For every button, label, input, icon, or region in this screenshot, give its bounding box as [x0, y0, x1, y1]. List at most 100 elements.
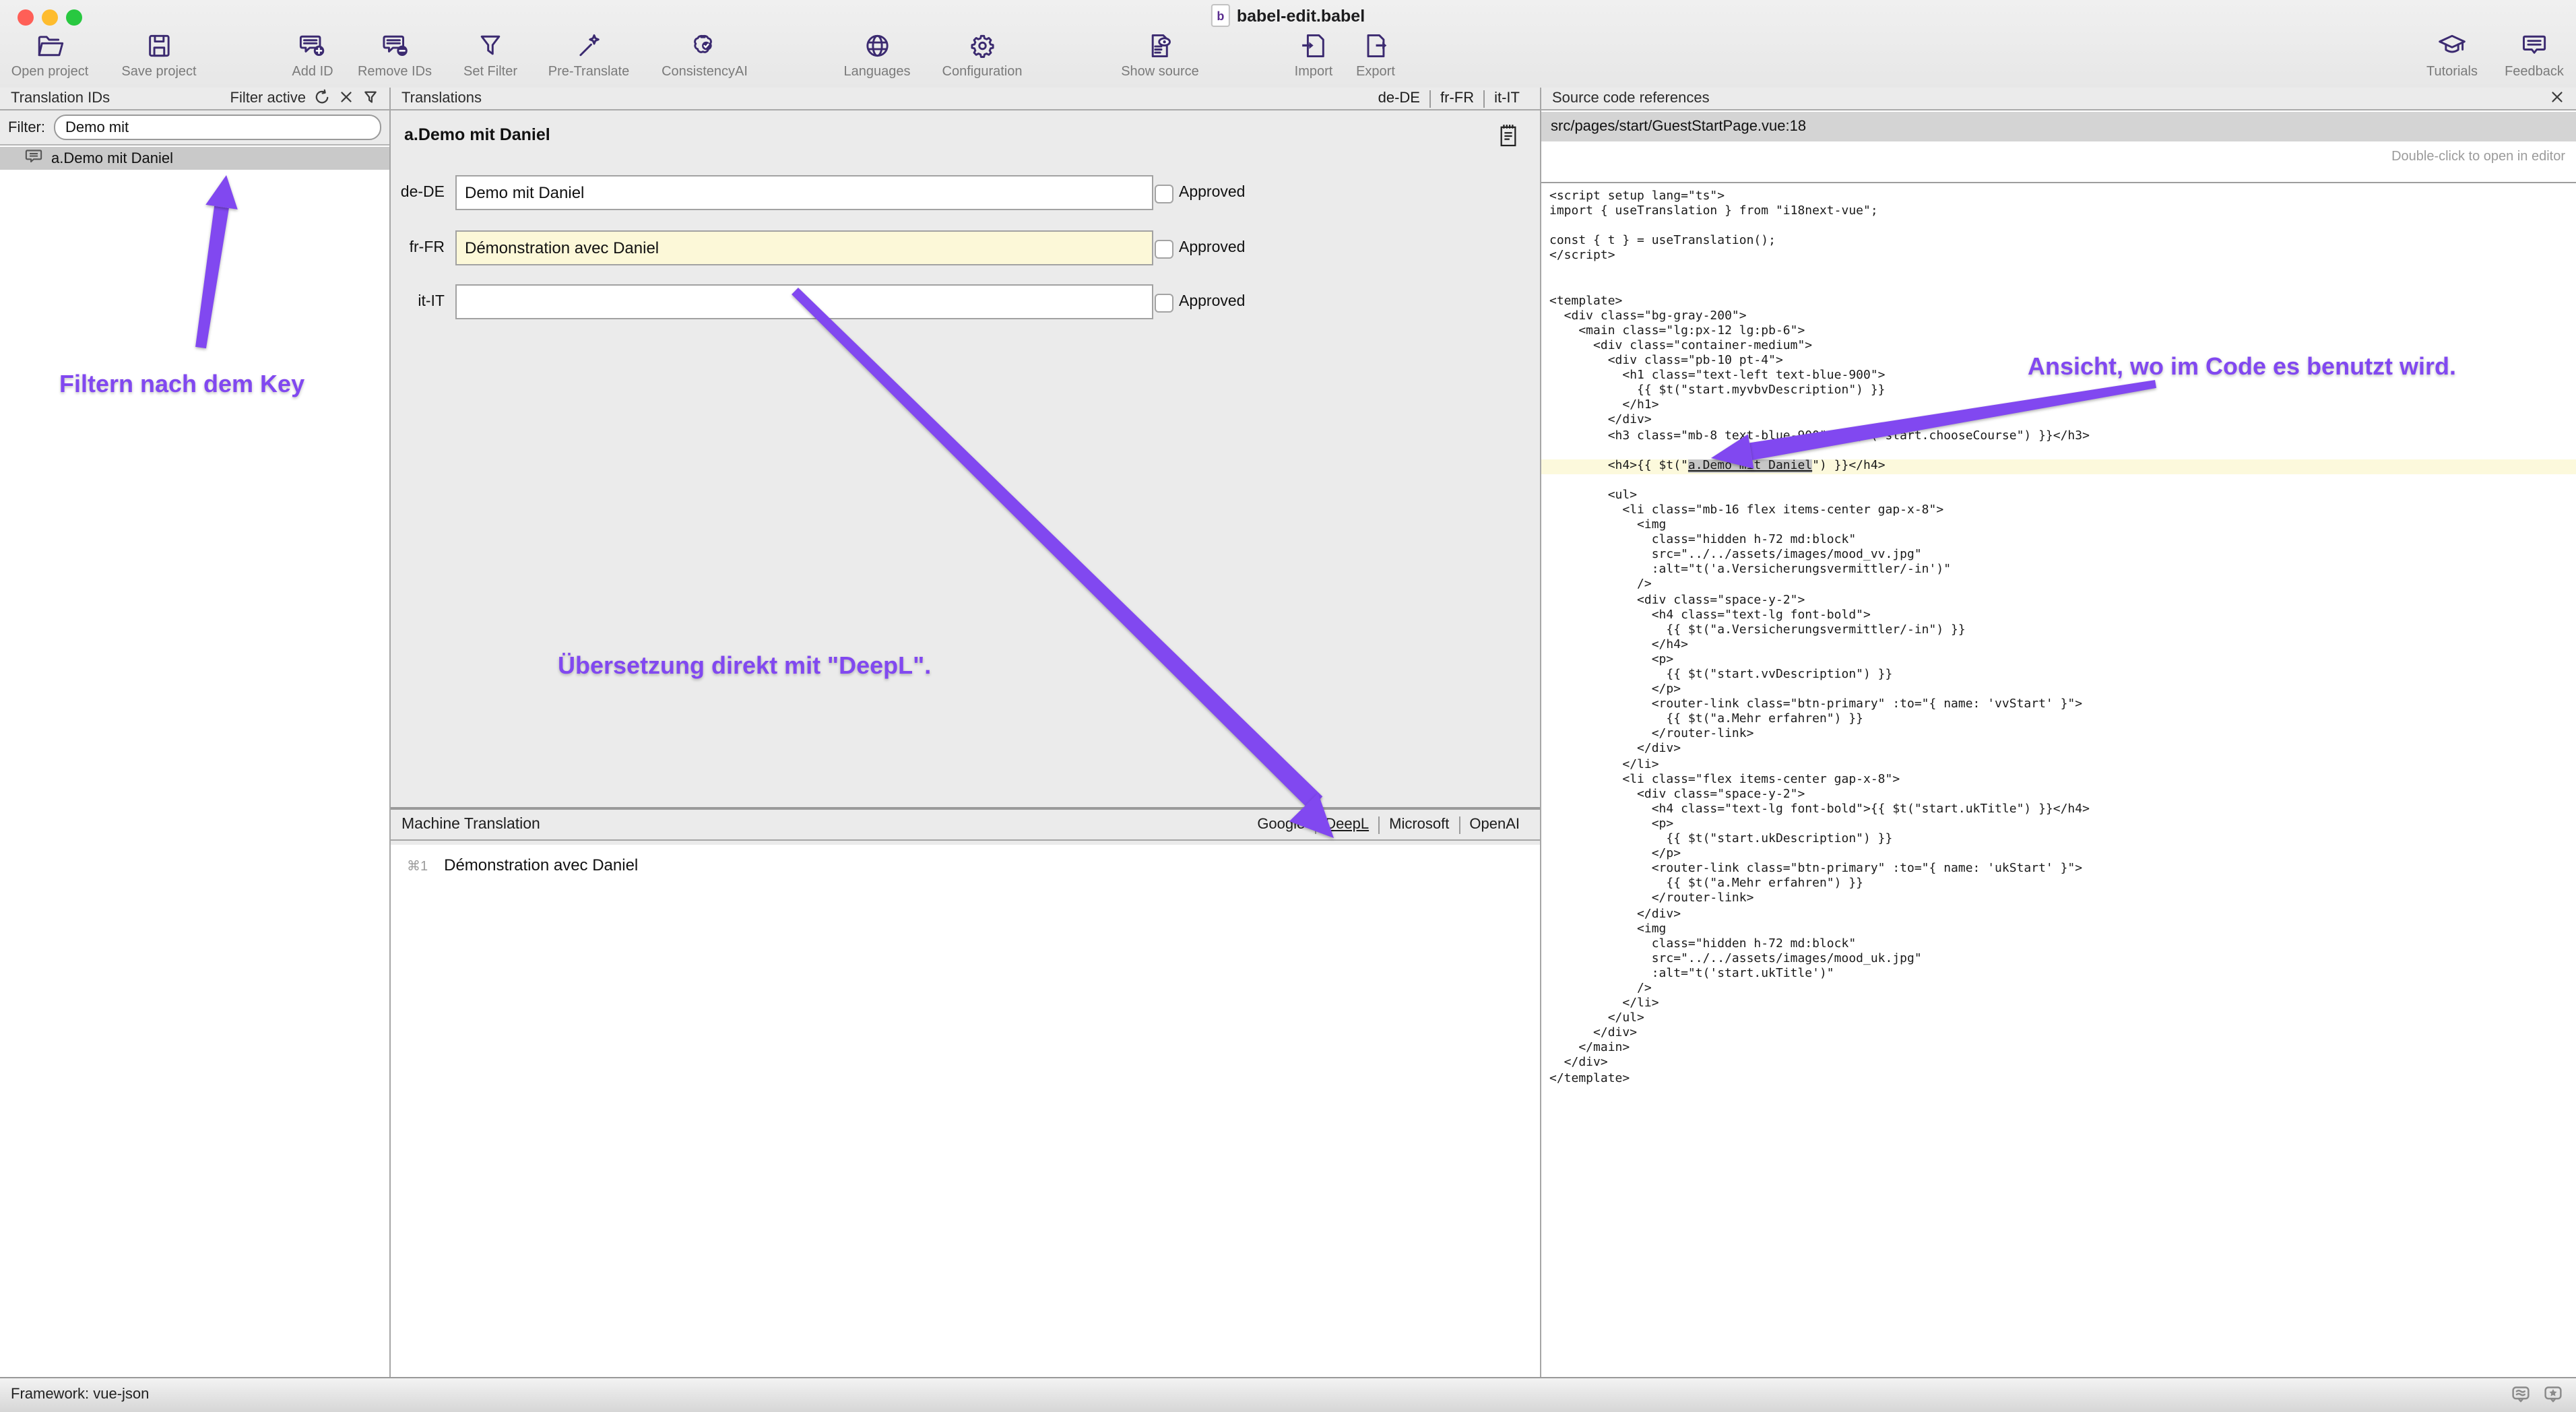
bubble-minus-icon — [380, 28, 410, 63]
panel-title: Source code references — [1552, 90, 2549, 106]
pre-translate-button[interactable]: Pre-Translate — [548, 28, 629, 79]
code-line: src="../../assets/images/mood_vv.jpg" — [1549, 549, 2576, 564]
shortcut-badge: ⌘1 — [407, 860, 428, 874]
traffic-minimize-button[interactable] — [42, 9, 58, 26]
floppy-disk-icon — [144, 28, 174, 63]
locale-label: it-IT — [391, 284, 445, 319]
export-button[interactable]: Export — [1356, 28, 1395, 79]
annotation-code-usage: Ansicht, wo im Code es benutzt wird. — [2028, 353, 2456, 381]
locale-button-fr[interactable]: fr-FR — [1429, 90, 1483, 107]
rate-app-icon[interactable] — [2544, 1385, 2563, 1411]
tutorials-button[interactable]: Tutorials — [2426, 28, 2478, 79]
mt-suggestion-text: Démonstration avec Daniel — [444, 856, 638, 874]
code-line: <ul> — [1549, 489, 2576, 504]
machine-translation-header: Machine Translation Google DeepL Microso… — [391, 807, 1540, 841]
translation-row-fr: fr-FR Approved — [391, 230, 1540, 265]
export-icon — [1361, 28, 1390, 63]
code-line — [1549, 220, 2576, 234]
code-line: <router-link class="btn-primary" :to="{ … — [1549, 698, 2576, 713]
translation-ids-header: Translation IDs Filter active — [0, 88, 389, 110]
approved-checkbox-fr[interactable] — [1155, 240, 1173, 259]
code-line: </script> — [1549, 250, 2576, 265]
babel-file-icon: b — [1211, 4, 1230, 27]
titlebar: b babel-edit.babel Open project Save pro… — [0, 0, 2576, 89]
add-id-button[interactable]: Add ID — [292, 28, 333, 79]
translation-id-list-item[interactable]: a.Demo mit Daniel — [0, 147, 389, 170]
code-line: </li> — [1549, 997, 2576, 1012]
import-icon — [1299, 28, 1328, 63]
code-line: <div class="container-medium"> — [1549, 340, 2576, 354]
code-line: <img — [1549, 519, 2576, 534]
approved-label: Approved — [1179, 284, 1245, 319]
document-eye-icon — [1145, 28, 1175, 63]
remove-ids-button[interactable]: Remove IDs — [358, 28, 432, 79]
speech-bubble-icon — [24, 148, 43, 168]
brain-check-icon — [690, 28, 719, 63]
traffic-close-button[interactable] — [18, 9, 34, 26]
source-reference-item[interactable]: src/pages/start/GuestStartPage.vue:18 — [1541, 112, 2576, 141]
code-line: <script setup lang="ts"> — [1549, 190, 2576, 205]
panel-title: Translations — [401, 90, 1369, 106]
filter-row: Filter: — [0, 110, 389, 146]
languages-button[interactable]: Languages — [844, 28, 911, 79]
consistency-ai-button[interactable]: ConsistencyAI — [662, 28, 748, 79]
show-source-button[interactable]: Show source — [1121, 28, 1199, 79]
code-line: <img — [1549, 922, 2576, 937]
save-project-button[interactable]: Save project — [121, 28, 196, 79]
import-button[interactable]: Import — [1295, 28, 1333, 79]
close-panel-icon[interactable] — [2549, 88, 2565, 108]
open-in-editor-hint: Double-click to open in editor — [2391, 150, 2565, 164]
code-line: </li> — [1549, 758, 2576, 773]
provider-button-google[interactable]: Google — [1248, 816, 1314, 833]
globe-icon — [862, 28, 892, 63]
code-line: </ul> — [1549, 1012, 2576, 1027]
locale-button-de[interactable]: de-DE — [1369, 90, 1429, 107]
set-filter-button[interactable]: Set Filter — [463, 28, 517, 79]
window-title: b babel-edit.babel — [1211, 4, 1365, 27]
code-line: const { t } = useTranslation(); — [1549, 235, 2576, 250]
code-line: </p> — [1549, 847, 2576, 862]
code-line: :alt="t('a.Versicherungsvermittler/-in')… — [1549, 564, 2576, 579]
feedback-bubble-icon — [2519, 28, 2549, 63]
code-line: </div> — [1549, 743, 2576, 758]
translation-input-de[interactable] — [455, 175, 1153, 210]
traffic-zoom-button[interactable] — [66, 9, 82, 26]
release-notes-icon[interactable] — [2511, 1385, 2530, 1411]
translation-ids-panel: Translation IDs Filter active Filter: a.… — [0, 88, 391, 1377]
approved-checkbox-de[interactable] — [1155, 185, 1173, 203]
filter-input[interactable] — [53, 115, 381, 140]
code-line — [1549, 474, 2576, 489]
feedback-button[interactable]: Feedback — [2505, 28, 2564, 79]
provider-switcher: Google DeepL Microsoft OpenAI — [1248, 816, 1529, 833]
clear-filter-icon[interactable] — [338, 88, 354, 108]
code-line: {{ $t("start.myvbvDescription") }} — [1549, 384, 2576, 399]
filter-funnel-icon[interactable] — [362, 88, 379, 108]
provider-button-microsoft[interactable]: Microsoft — [1378, 816, 1458, 833]
code-line: src="../../assets/images/mood_uk.jpg" — [1549, 953, 2576, 967]
code-line: <p> — [1549, 818, 2576, 833]
approved-checkbox-it[interactable] — [1155, 294, 1173, 313]
mt-suggestion-row[interactable]: ⌘1 Démonstration avec Daniel — [407, 856, 638, 874]
translation-input-it[interactable] — [455, 284, 1153, 319]
locale-button-it[interactable]: it-IT — [1483, 90, 1529, 107]
locale-switcher: de-DE fr-FR it-IT — [1369, 90, 1529, 107]
babeledit-window: b babel-edit.babel Open project Save pro… — [0, 0, 2576, 1411]
code-line: <h4 class="text-lg font-bold"> — [1549, 608, 2576, 623]
folder-icon — [35, 28, 65, 63]
provider-button-openai[interactable]: OpenAI — [1458, 816, 1529, 833]
graduation-cap-icon — [2437, 28, 2467, 63]
code-line: <li class="mb-16 flex items-center gap-x… — [1549, 504, 2576, 519]
code-line: </h1> — [1549, 399, 2576, 414]
code-line: </router-link> — [1549, 893, 2576, 907]
refresh-icon[interactable] — [314, 88, 330, 108]
translation-input-fr[interactable] — [455, 230, 1153, 265]
provider-button-deepl[interactable]: DeepL — [1314, 816, 1378, 833]
code-line: <template> — [1549, 294, 2576, 309]
open-project-button[interactable]: Open project — [11, 28, 89, 79]
code-line: <li class="flex items-center gap-x-8"> — [1549, 773, 2576, 788]
code-line: :alt="t('start.ukTitle')" — [1549, 967, 2576, 982]
configuration-button[interactable]: Configuration — [942, 28, 1023, 79]
notes-icon[interactable] — [1498, 123, 1518, 155]
code-line — [1549, 280, 2576, 294]
code-line: /> — [1549, 579, 2576, 593]
